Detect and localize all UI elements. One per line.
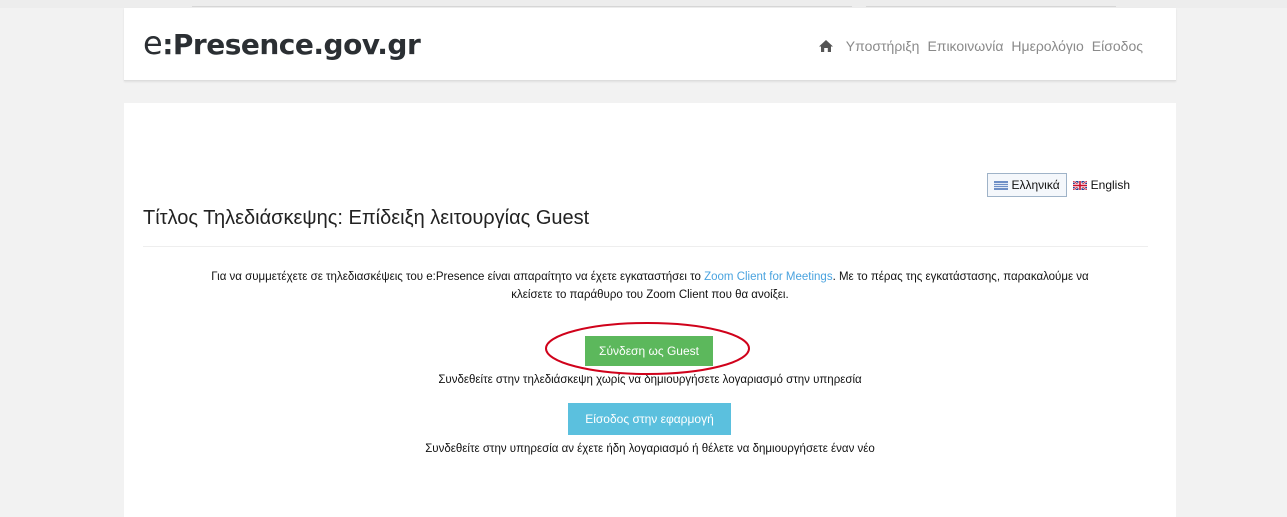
logo-prefix: e — [143, 24, 163, 62]
intro-part2: . Με το πέρας της εγκατάστασης, παρακαλο… — [832, 271, 1089, 283]
language-greek-label: Ελληνικά — [1011, 178, 1060, 192]
page-title: Τίτλος Τηλεδιάσκεψης: Επίδειξη λειτουργί… — [143, 207, 590, 229]
browser-top-strip — [0, 0, 1287, 8]
intro-part1: Για να συμμετέχετε σε τηλεδιασκέψεις του… — [211, 271, 705, 283]
top-nav: Υποστήριξη Επικοινωνία Ημερολόγιο Είσοδο… — [818, 38, 1143, 54]
language-english[interactable]: English — [1067, 174, 1136, 196]
zoom-client-link[interactable]: Zoom Client for Meetings — [704, 271, 832, 283]
title-divider — [143, 246, 1148, 247]
intro-text: Για να συμμετέχετε σε τηλεδιασκέψεις του… — [124, 268, 1176, 304]
nav-support[interactable]: Υποστήριξη — [846, 38, 920, 54]
top-divider — [192, 6, 852, 7]
site-header: e:Presence.gov.gr Υποστήριξη Επικοινωνία… — [124, 8, 1176, 81]
uk-flag-icon — [1072, 180, 1087, 190]
intro-line2: κλείσετε το παράθυρο του Zoom Client που… — [511, 289, 789, 301]
language-switcher: Ελληνικά English — [986, 173, 1137, 197]
nav-contact[interactable]: Επικοινωνία — [927, 38, 1003, 54]
nav-calendar[interactable]: Ημερολόγιο — [1011, 38, 1083, 54]
home-icon[interactable] — [818, 39, 834, 53]
top-divider — [866, 6, 1116, 7]
nav-login[interactable]: Είσοδος — [1092, 38, 1143, 54]
guest-description: Συνδεθείτε στην τηλεδιάσκεψη χωρίς να δη… — [438, 374, 862, 386]
logo-text: :Presence.gov.gr — [162, 28, 421, 61]
language-greek[interactable]: Ελληνικά — [986, 173, 1067, 197]
main-content: Ελληνικά English Τίτλος Τηλεδιάσκεψης: Ε… — [124, 103, 1176, 517]
page: e:Presence.gov.gr Υποστήριξη Επικοινωνία… — [0, 0, 1287, 517]
site-logo[interactable]: e:Presence.gov.gr — [143, 24, 421, 62]
app-login-button[interactable]: Είσοδος στην εφαρμογή — [568, 403, 731, 435]
language-english-label: English — [1090, 178, 1130, 192]
login-description: Συνδεθείτε στην υπηρεσία αν έχετε ήδη λο… — [425, 443, 875, 455]
guest-login-button[interactable]: Σύνδεση ως Guest — [585, 336, 713, 366]
greek-flag-icon — [993, 180, 1008, 190]
